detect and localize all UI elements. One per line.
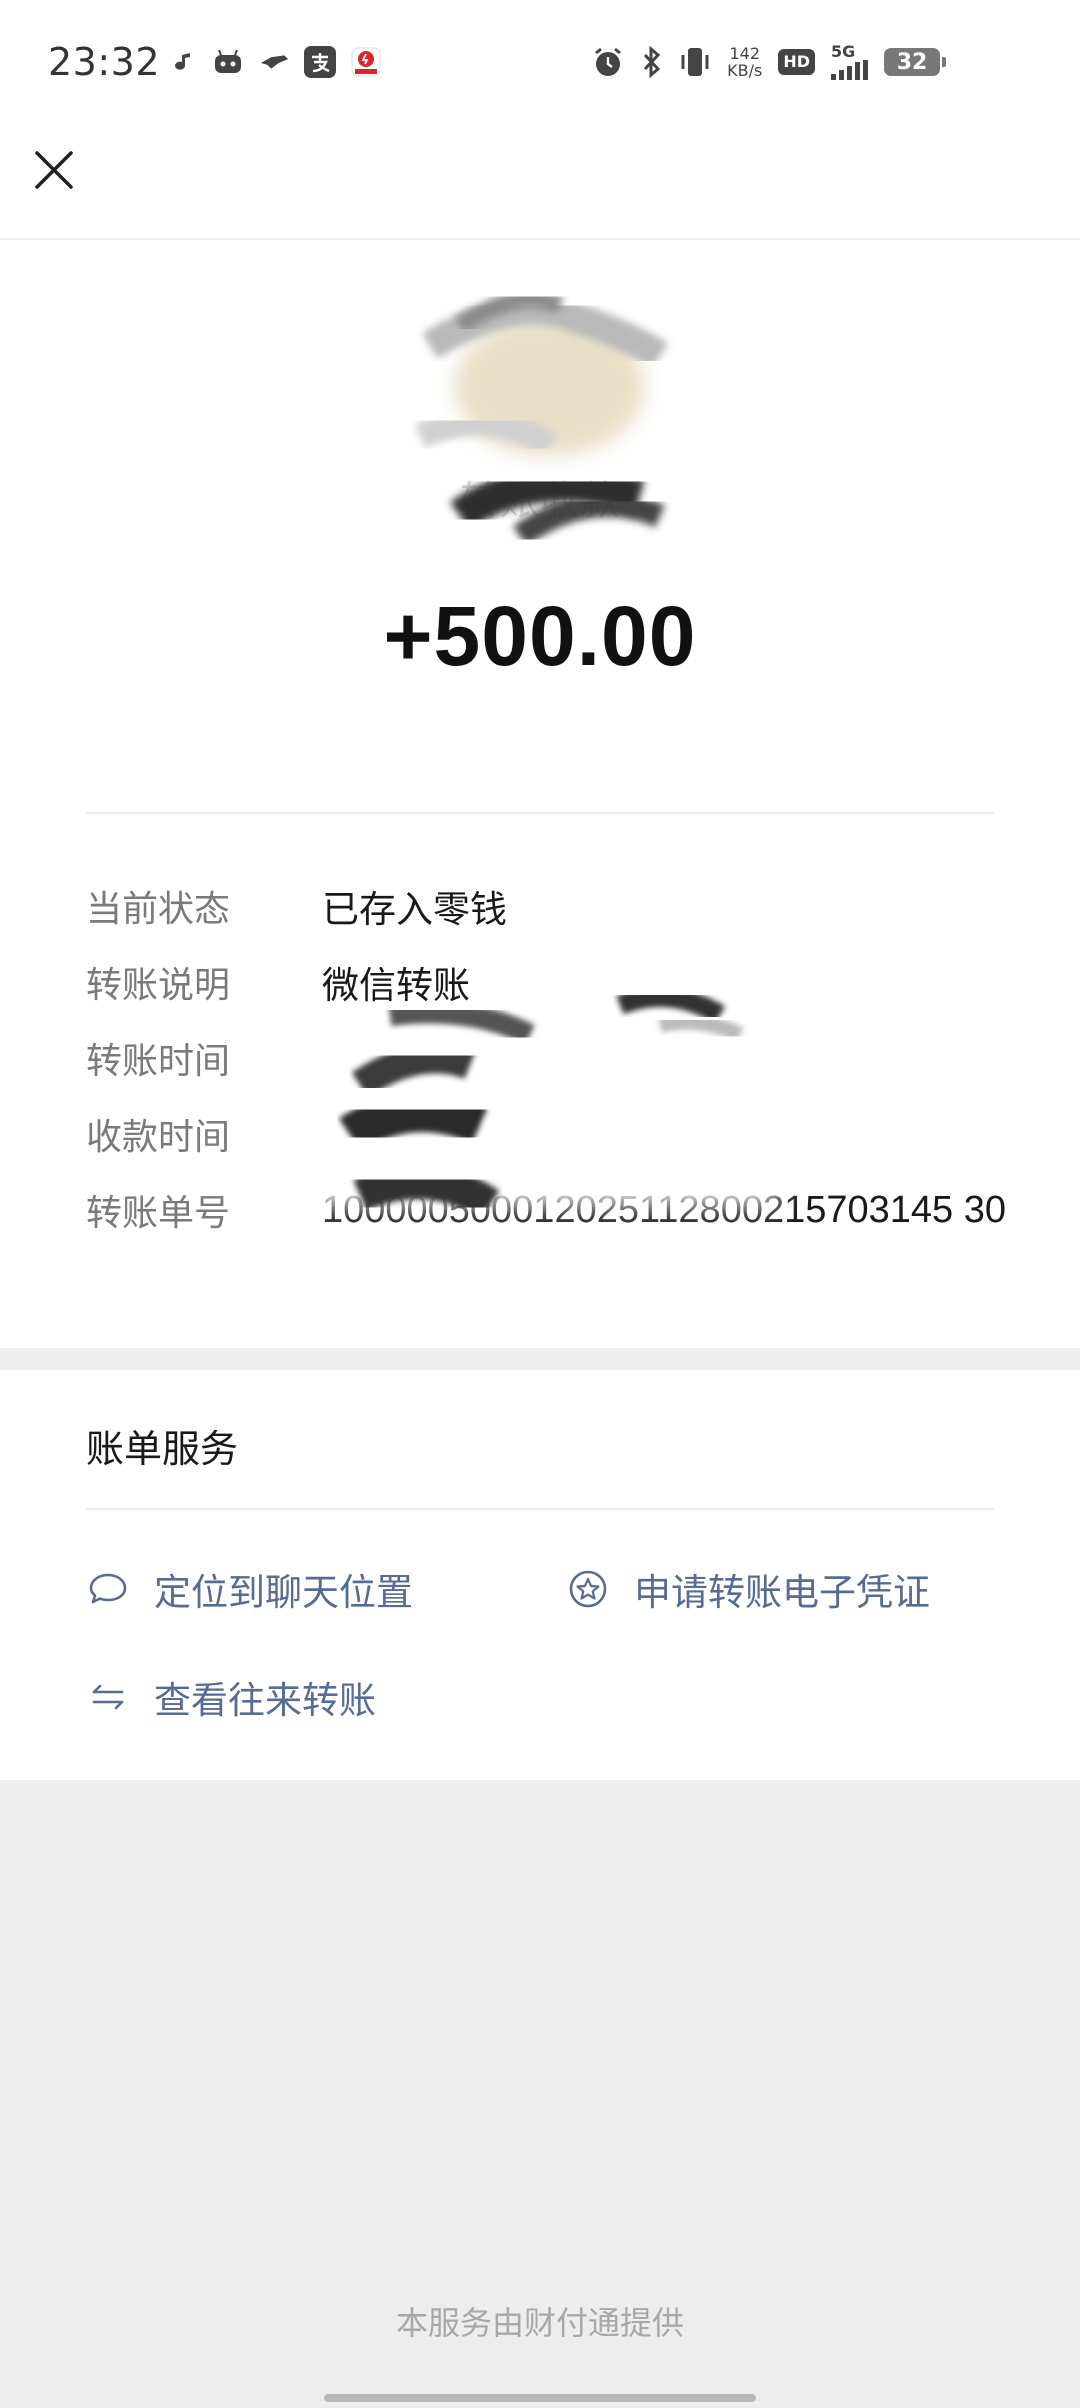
vibrate-icon [681,48,709,76]
alipay-icon [304,46,336,78]
locate-chat-label: 定位到聊天位置 [154,1571,413,1614]
detail-key: 当前状态 [86,889,231,930]
system-icons: 142 KB/s HD 5G 32 [591,44,946,80]
top-area: 23:32 142 KB/s HD 5G 32 [0,0,1080,238]
bird-app-icon [258,46,290,78]
services-divider [86,1508,994,1510]
view-transfers-label: 查看往来转账 [154,1679,376,1722]
battery-icon: 32 [884,48,946,76]
status-time: 23:32 [48,40,161,84]
star-badge-icon [569,1570,607,1608]
notification-icons [166,46,382,78]
signal-bars-icon [831,60,868,80]
detail-row-status: 当前状态 已存入零钱 [86,876,1006,936]
home-indicator[interactable] [324,2394,756,2402]
transfer-amount: +500.00 [383,589,697,683]
network-speed: 142 KB/s [727,45,762,79]
redacted-time-scribble [240,987,780,1220]
close-icon [35,151,73,189]
music-note-icon [166,46,198,78]
exchange-arrows-icon [92,1684,124,1710]
signal-indicator: 5G [831,44,868,80]
bluetooth-icon [644,45,661,79]
close-button[interactable] [30,146,78,194]
game-controller-icon [212,46,244,78]
details-divider [86,812,994,814]
locate-chat-link[interactable]: 定位到聊天位置 [88,1562,413,1616]
status-bar: 23:32 142 KB/s HD 5G 32 [0,0,1080,130]
red-app-icon [350,46,382,78]
transfer-card: 转账收款 +500.00 当前状态 已存入零钱 转账说明 微信转账 转账时间 收… [0,240,1080,1348]
bill-services-card: 账单服务 定位到聊天位置 申请转账电子凭证 查看往来转账 [0,1370,1080,1780]
alarm-clock-icon [595,47,622,76]
transfer-received-label: 转账收款 [460,478,620,524]
apply-voucher-label: 申请转账电子凭证 [634,1571,930,1614]
detail-value: 已存入零钱 [322,888,507,931]
footer-provider-text: 本服务由财付通提供 [395,2304,684,2342]
view-transfers-link[interactable]: 查看往来转账 [88,1670,376,1724]
hd-badge: HD [778,49,815,75]
network-speed-unit: KB/s [727,61,763,80]
chat-bubble-icon [89,1573,127,1604]
network-speed-value: 142 [729,44,760,63]
bill-services-title: 账单服务 [86,1427,239,1471]
apply-voucher-link[interactable]: 申请转账电子凭证 [568,1562,930,1616]
network-type: 5G [831,42,856,61]
